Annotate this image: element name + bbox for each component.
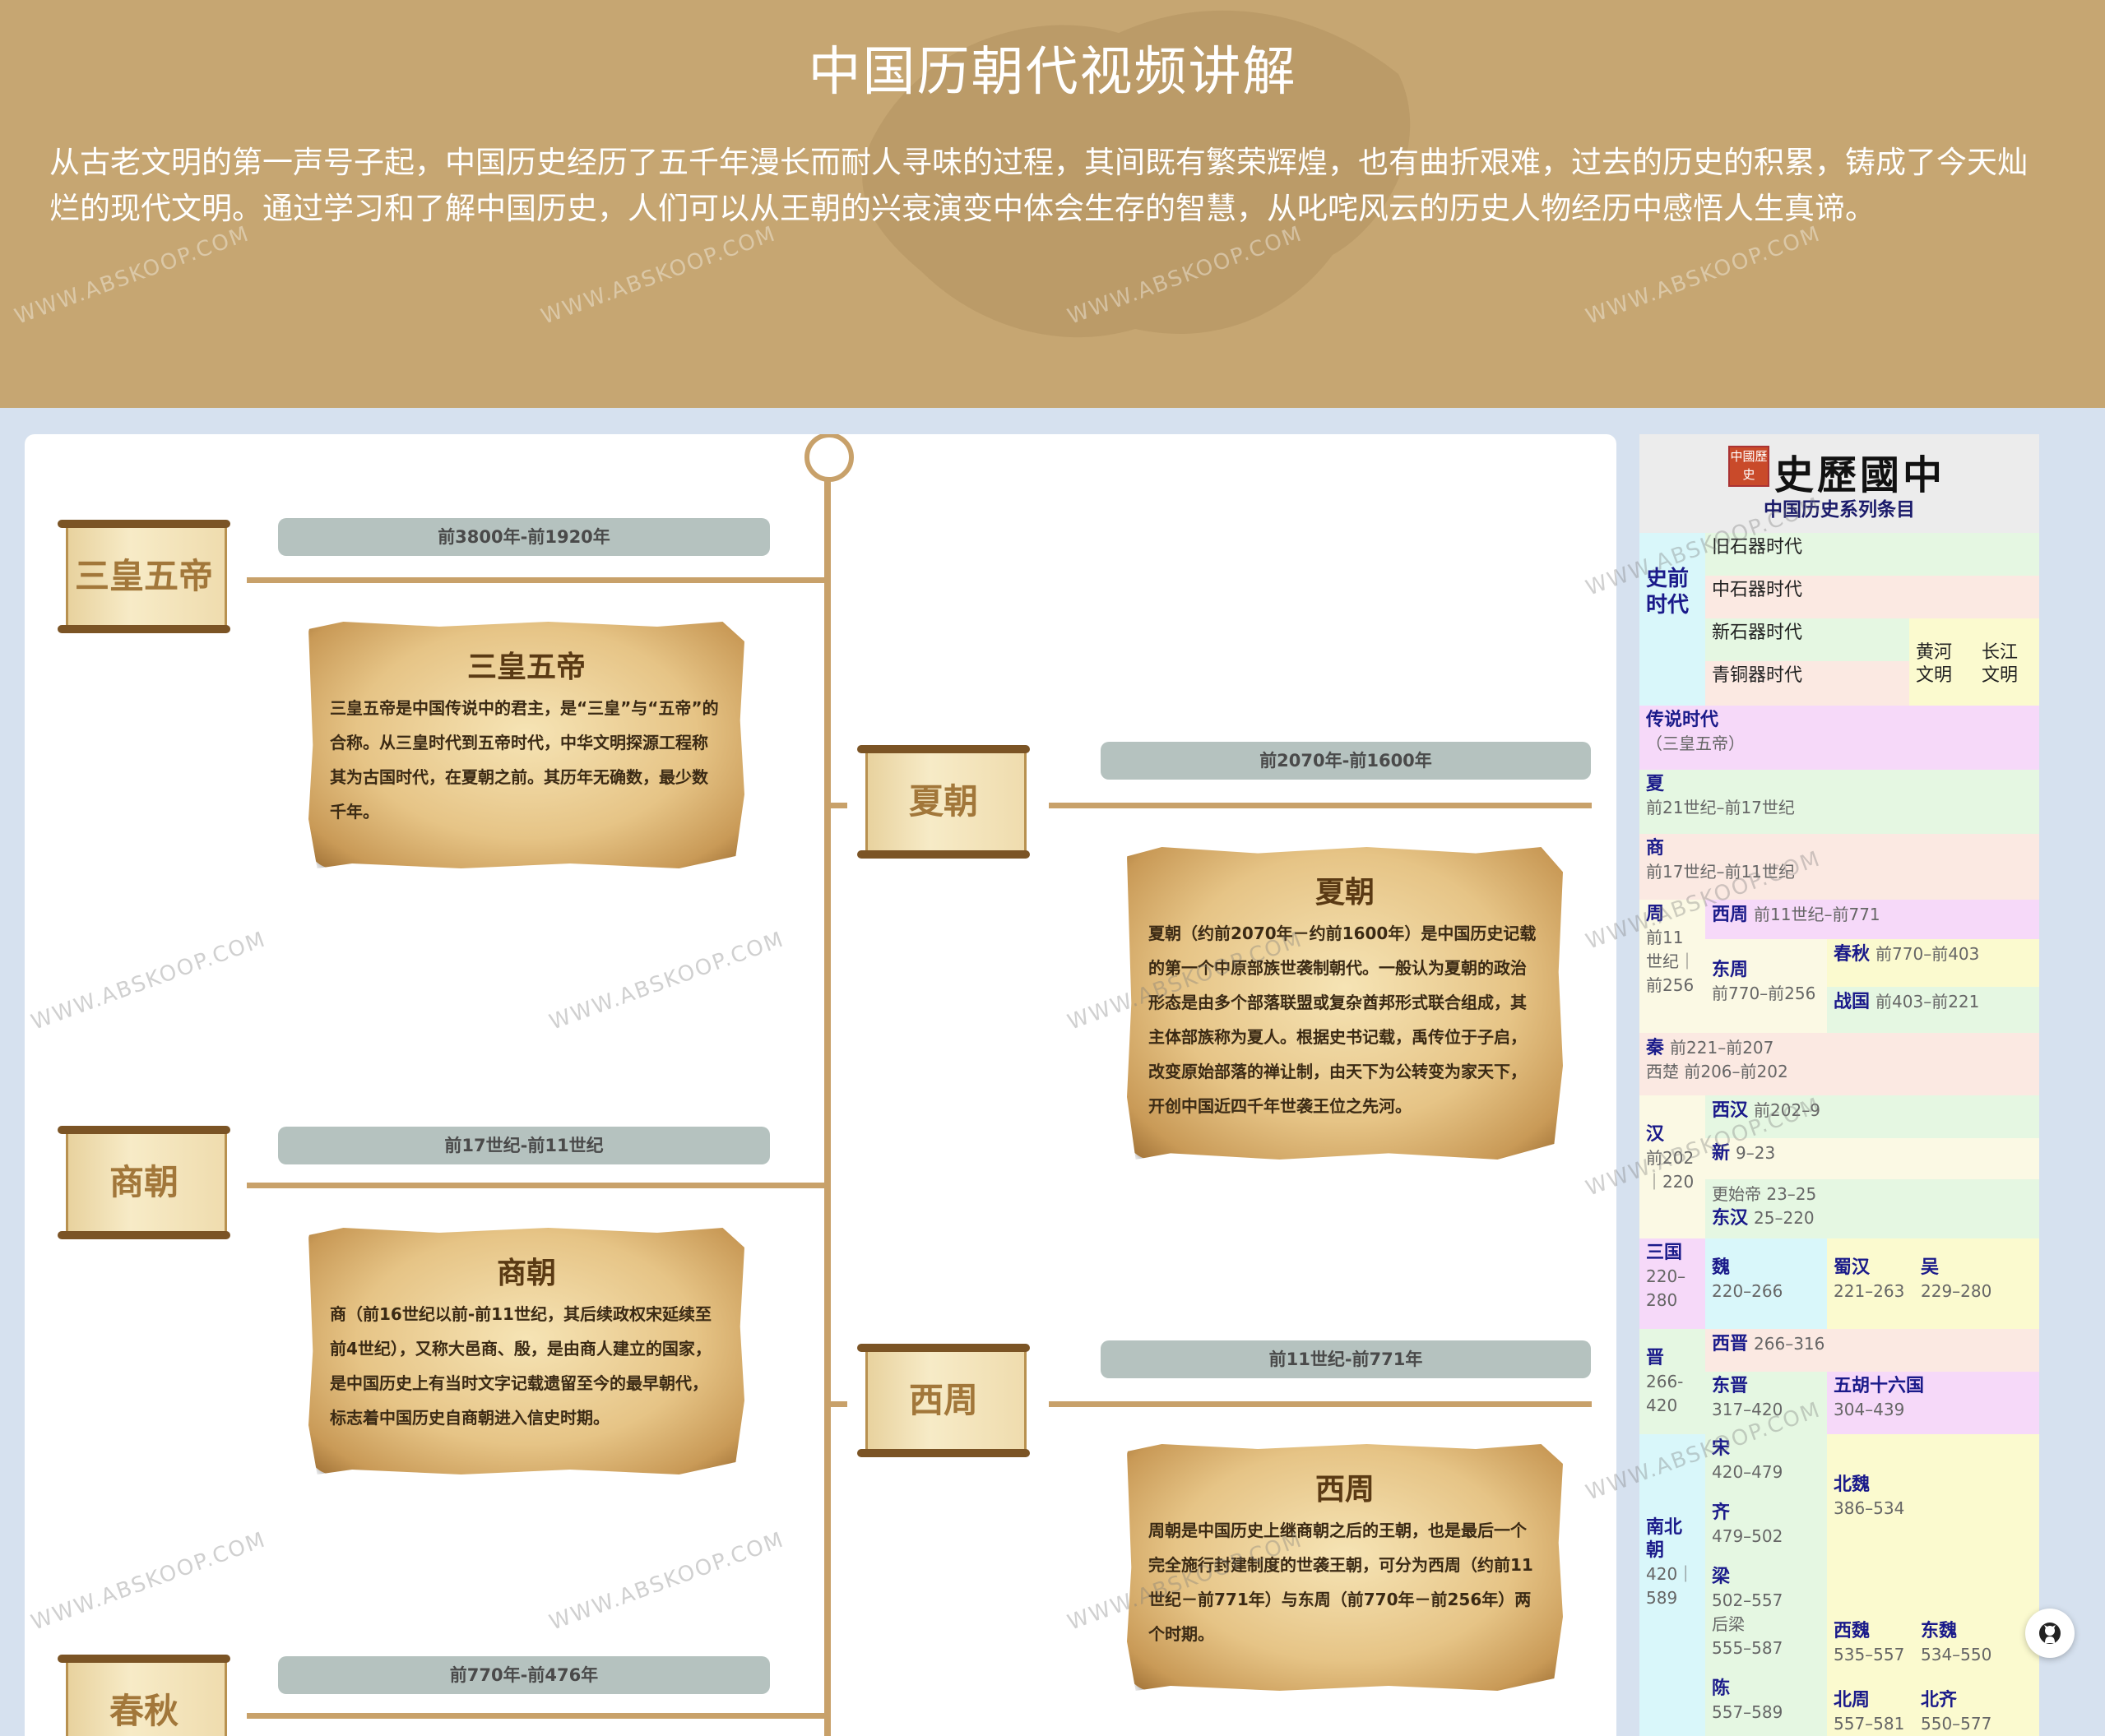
- sidebar-northern-qi[interactable]: 北齐 550–577: [1914, 1664, 2039, 1736]
- era-scroll-spring-autumn[interactable]: 春秋: [58, 1650, 230, 1736]
- era-date-bar: 前3800年-前1920年: [278, 518, 770, 556]
- sidebar-sixteen-kingdoms[interactable]: 五胡十六国 304–439: [1827, 1372, 2039, 1434]
- era-scroll-label: 三皇五帝: [74, 556, 213, 596]
- era-card-title: 西周: [1314, 1473, 1375, 1507]
- sidebar-bronze[interactable]: 青铜器时代: [1705, 661, 1909, 706]
- timeline-connector: [1049, 1401, 1592, 1407]
- sidebar-shu[interactable]: 蜀汉 221–263: [1827, 1238, 1914, 1329]
- era-card-title: 三皇五帝: [466, 650, 586, 684]
- sidebar-yangtze[interactable]: 长江文明: [1975, 618, 2039, 706]
- era-scroll-western-zhou[interactable]: 西周: [857, 1339, 1030, 1462]
- sidebar-wu[interactable]: 吴 229–280: [1914, 1238, 2039, 1329]
- sidebar-three-kingdoms[interactable]: 三国 220–280: [1639, 1238, 1705, 1329]
- page-header: 中国历朝代视频讲解 从古老文明的第一声号子起，中国历史经历了五千年漫长而耐人寻味…: [0, 0, 2105, 408]
- sidebar-northern-wei[interactable]: 北魏 386–534: [1827, 1434, 2039, 1558]
- era-scroll-label: 西周: [908, 1380, 978, 1420]
- timeline-connector: [1049, 803, 1592, 808]
- watermark: WWW.ABSKOOP.COM: [27, 1527, 270, 1636]
- sidebar-eastern-zhou[interactable]: 东周 前770–前256: [1705, 939, 1827, 1033]
- era-date-bar: 前770年-前476年: [278, 1656, 770, 1694]
- timeline-connector: [247, 577, 824, 583]
- era-card-shang[interactable]: 商朝 商（前16世纪以前-前11世纪，其后续政权宋延续至前4世纪），又称大邑商、…: [308, 1228, 744, 1474]
- timeline-connector: [831, 803, 847, 808]
- sidebar-xin[interactable]: 新 9–23: [1705, 1138, 2039, 1179]
- watermark: WWW.ABSKOOP.COM: [545, 1527, 788, 1636]
- watermark: WWW.ABSKOOP.COM: [11, 221, 253, 330]
- page-title: 中国历朝代视频讲解: [808, 42, 1297, 103]
- timeline-start-marker: [804, 434, 854, 482]
- sidebar-legend-era[interactable]: 传说时代 （三皇五帝）: [1639, 706, 2039, 770]
- timeline-connector: [247, 1183, 824, 1188]
- era-card-xia[interactable]: 夏朝 夏朝（约前2070年－约前1600年）是中国历史记载的第一个中原部族世袭制…: [1127, 847, 1563, 1160]
- sidebar-spring-autumn[interactable]: 春秋 前770–前403: [1827, 939, 2039, 987]
- sidebar-wei[interactable]: 魏 220–266: [1705, 1238, 1827, 1329]
- watermark: WWW.ABSKOOP.COM: [545, 927, 788, 1035]
- sidebar-header: 中國歷史 史歷國中 中国历史系列条目: [1639, 434, 2039, 533]
- watermark: WWW.ABSKOOP.COM: [537, 221, 780, 330]
- sidebar-warring-states[interactable]: 战国 前403–前221: [1827, 987, 2039, 1033]
- era-card-title: 夏朝: [1314, 876, 1375, 910]
- era-date-bar: 前17世纪-前11世纪: [278, 1127, 770, 1164]
- sidebar-subtitle: 中国历史系列条目: [1764, 499, 1915, 521]
- era-card-title: 商朝: [496, 1257, 556, 1290]
- sidebar-jin[interactable]: 晋 266-420: [1639, 1329, 1705, 1434]
- sidebar-qi[interactable]: 齐 479–502: [1705, 1498, 1827, 1562]
- github-icon: [2039, 1623, 2061, 1644]
- sidebar-northern-zhou[interactable]: 北周 557–581: [1827, 1664, 1914, 1736]
- era-card-text: 夏朝（约前2070年－约前1600年）是中国历史记载的第一个中原部族世袭制朝代。…: [1148, 924, 1537, 1116]
- era-scroll-label: 商朝: [109, 1162, 179, 1202]
- sidebar-chen[interactable]: 陈 557–589: [1705, 1674, 1827, 1736]
- sidebar-eastern-wei[interactable]: 东魏 534–550: [1914, 1558, 2039, 1664]
- era-scroll-xia[interactable]: 夏朝: [857, 740, 1030, 863]
- timeline-connector: [831, 1401, 847, 1407]
- timeline-panel: 三皇五帝 前3800年-前1920年 三皇五帝 三皇五帝是中国传说中的君主，是“…: [25, 434, 1616, 1736]
- sidebar-western-jin[interactable]: 西晋 266–316: [1705, 1329, 2039, 1372]
- era-scroll-label: 春秋: [109, 1691, 179, 1731]
- era-card-text: 商（前16世纪以前-前11世纪，其后续政权宋延续至前4世纪），又称大邑商、殷，是…: [330, 1304, 712, 1428]
- sidebar-neolithic[interactable]: 新石器时代: [1705, 618, 1909, 661]
- era-scroll-sanhuang[interactable]: 三皇五帝: [58, 515, 230, 638]
- sidebar-western-wei[interactable]: 西魏 535–557: [1827, 1558, 1914, 1664]
- github-button[interactable]: [2025, 1609, 2075, 1658]
- watermark: WWW.ABSKOOP.COM: [1582, 221, 1824, 330]
- sidebar-yellow-river[interactable]: 黄河文明: [1909, 618, 1975, 706]
- history-sidebar: 中國歷史 史歷國中 中国历史系列条目 史前时代 旧石器时代 中石器时代 新石器时…: [1639, 434, 2039, 1736]
- sidebar-liang[interactable]: 梁 502–557 后梁 555–587: [1705, 1562, 1827, 1674]
- era-scroll-shang[interactable]: 商朝: [58, 1121, 230, 1244]
- era-date-bar: 前11世纪-前771年: [1101, 1340, 1591, 1378]
- era-scroll-label: 夏朝: [908, 781, 978, 822]
- sidebar-qin[interactable]: 秦 前221–前207 西楚 前206–前202: [1639, 1033, 2039, 1095]
- sidebar-brand: 史歷國中: [1774, 452, 1946, 498]
- sidebar-eastern-han[interactable]: 更始帝 23–25 东汉 25–220: [1705, 1179, 2039, 1238]
- watermark: WWW.ABSKOOP.COM: [27, 927, 270, 1035]
- intro-text: 从古老文明的第一声号子起，中国历史经历了五千年漫长而耐人寻味的过程，其间既有繁荣…: [49, 145, 2028, 226]
- era-card-text: 三皇五帝是中国传说中的君主，是“三皇”与“五帝”的合称。从三皇时代到五帝时代，中…: [330, 698, 719, 822]
- timeline-spine: [824, 463, 831, 1736]
- sidebar-mesolithic[interactable]: 中石器时代: [1705, 576, 2039, 618]
- era-date-bar: 前2070年-前1600年: [1101, 742, 1591, 780]
- sidebar-xia[interactable]: 夏前21世纪–前17世纪: [1639, 770, 2039, 834]
- sidebar-western-zhou[interactable]: 西周 前11世纪–前771: [1705, 900, 2039, 939]
- seal-icon: 中國歷史: [1728, 446, 1769, 487]
- era-card-sanhuang[interactable]: 三皇五帝 三皇五帝是中国传说中的君主，是“三皇”与“五帝”的合称。从三皇时代到五…: [308, 622, 744, 868]
- timeline-connector: [247, 1713, 824, 1719]
